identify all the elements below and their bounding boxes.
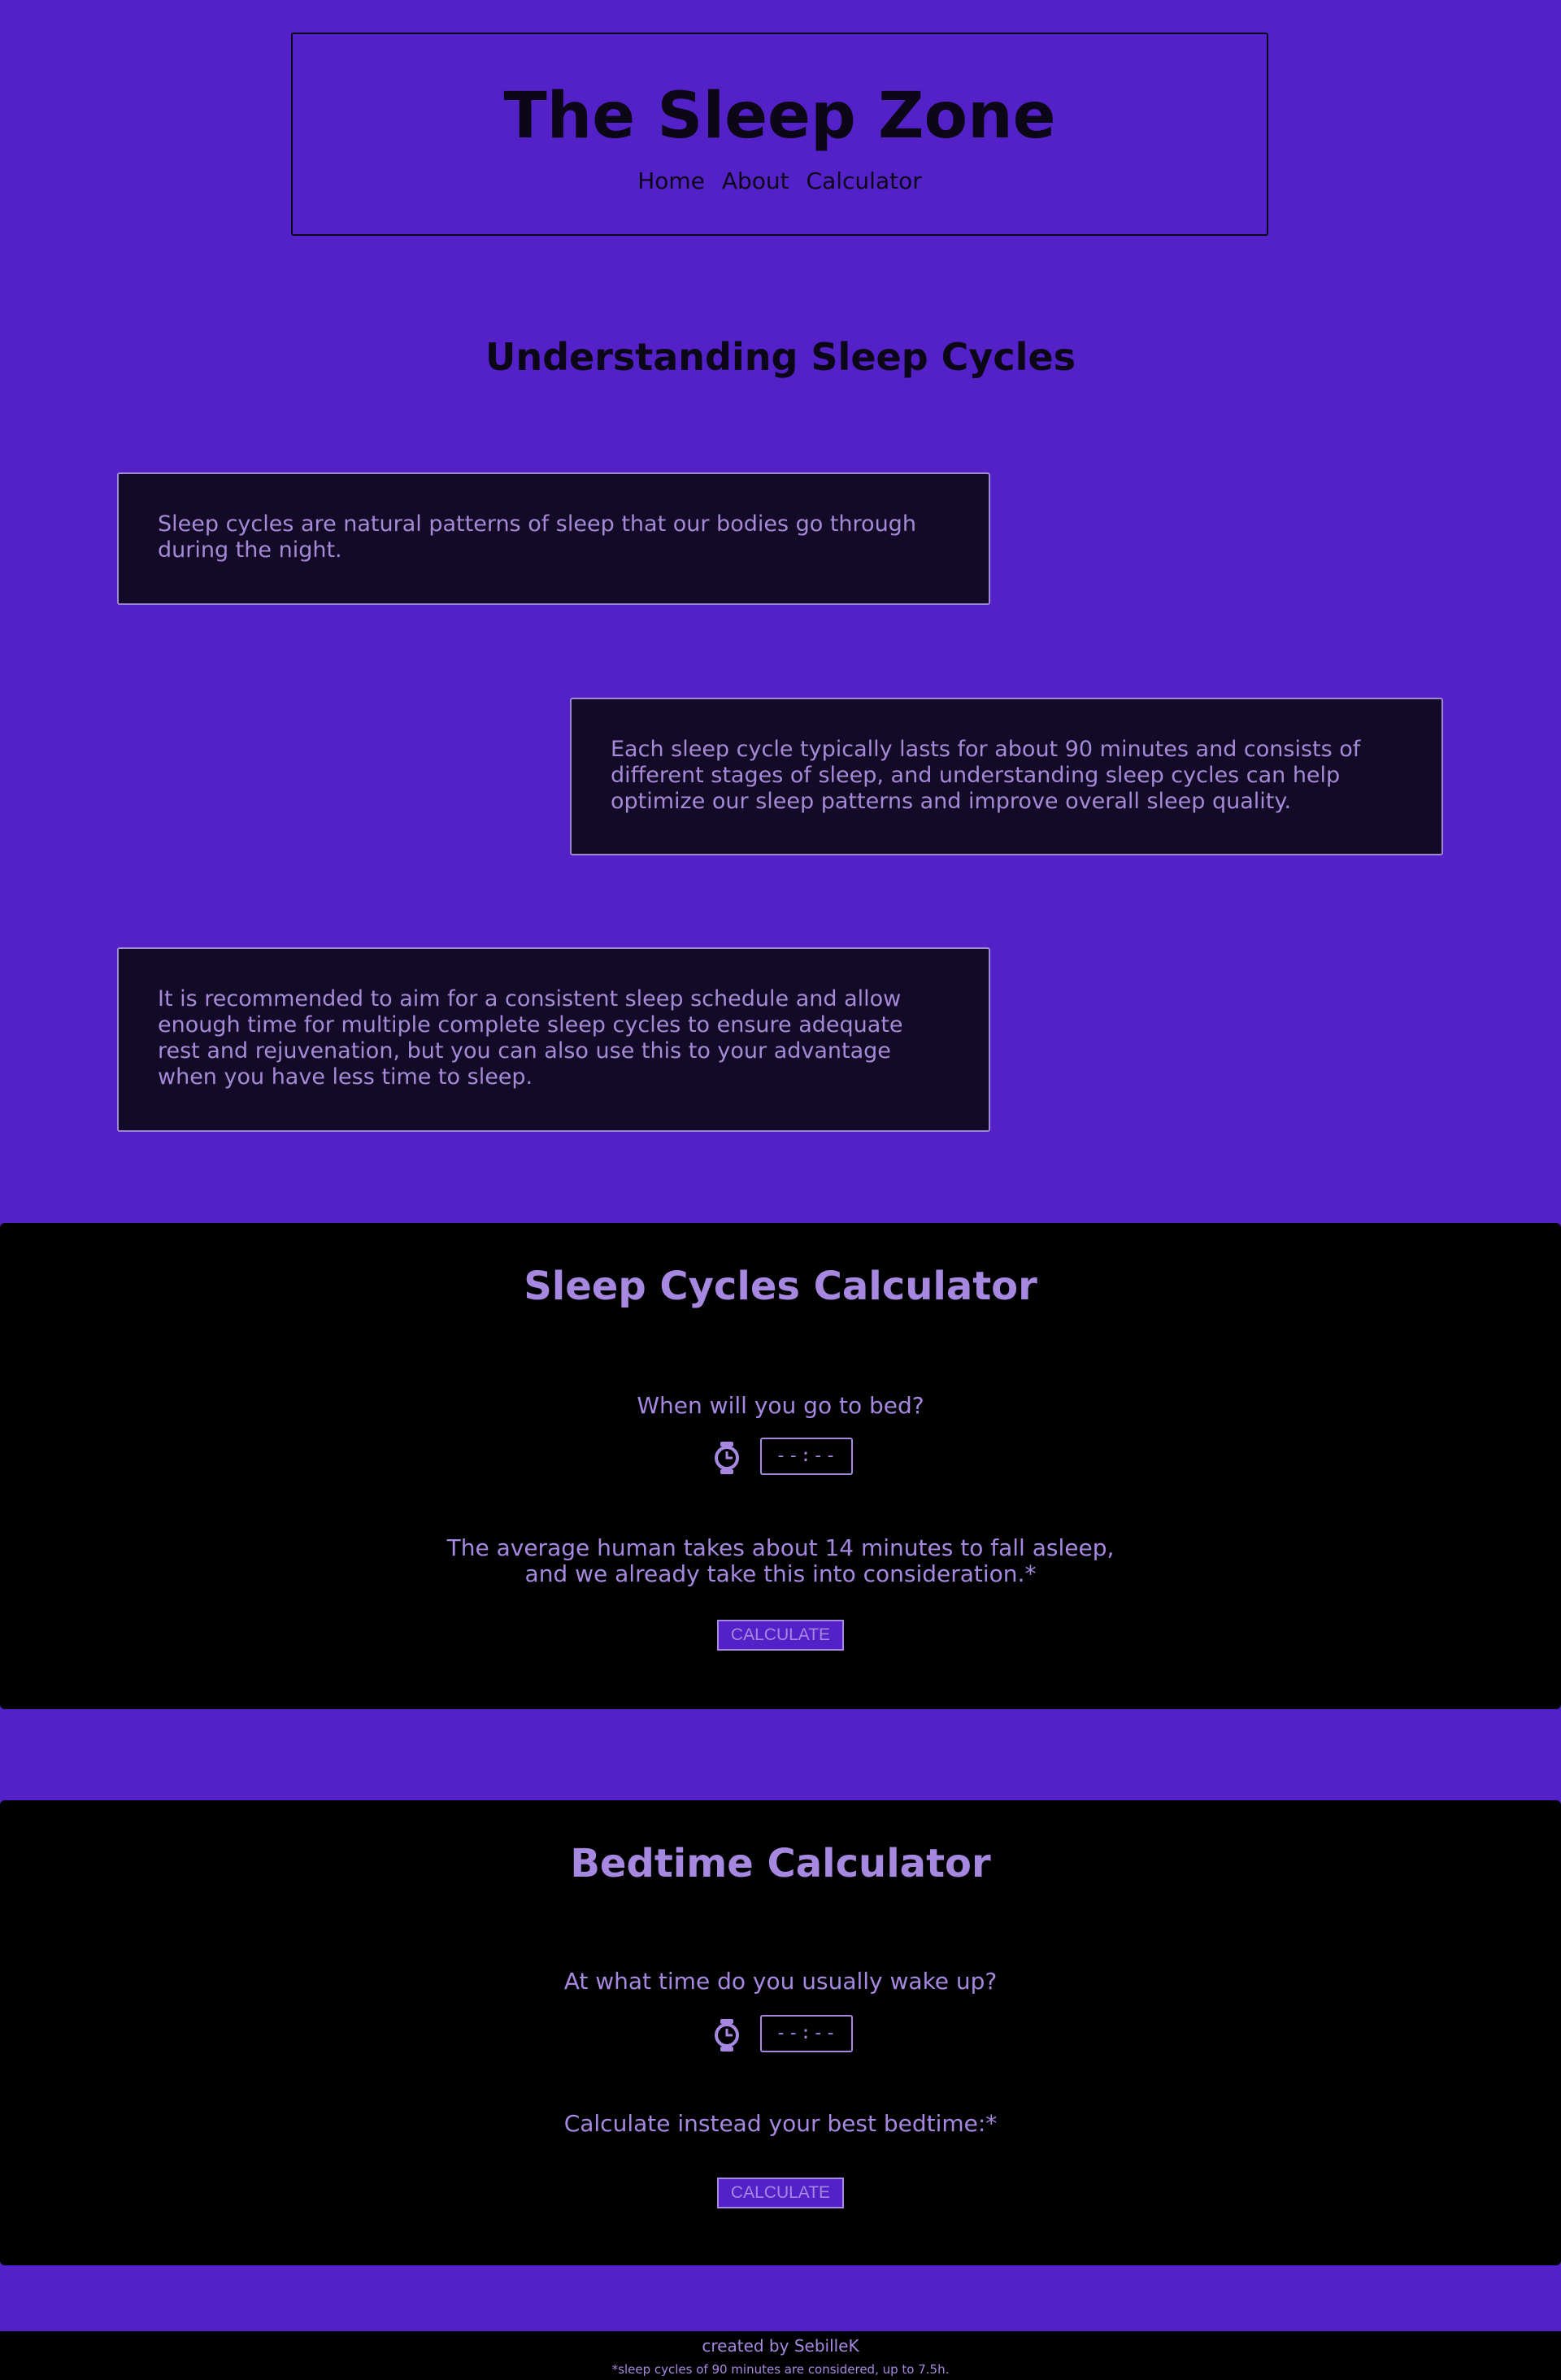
info-box-2: Each sleep cycle typically lasts for abo…	[570, 698, 1443, 855]
nav-calculator[interactable]: Calculator	[807, 168, 922, 194]
footer-note: *sleep cycles of 90 minutes are consider…	[611, 2362, 950, 2377]
wakeup-time-input[interactable]: --:--	[760, 2015, 853, 2052]
watch-icon	[715, 2019, 739, 2051]
info-text-1: Sleep cycles are natural patterns of sle…	[158, 511, 916, 563]
site-title: The Sleep Zone	[503, 80, 1056, 153]
sleep-cycles-calculator: Sleep Cycles Calculator When will you go…	[0, 1223, 1561, 1709]
nav-home[interactable]: Home	[637, 168, 705, 194]
main-nav: Home About Calculator	[293, 168, 1267, 194]
bedtime-calculate-button[interactable]: CALCULATE	[717, 2178, 844, 2208]
sleep-note-line-1: The average human takes about 14 minutes…	[446, 1534, 1115, 1561]
sleep-calc-title: Sleep Cycles Calculator	[524, 1264, 1037, 1309]
info-text-3: It is recommended to aim for a consisten…	[158, 986, 903, 1090]
wakeup-question: At what time do you usually wake up?	[563, 1968, 998, 1995]
watch-icon	[715, 1442, 739, 1474]
bedtime-calculator: Bedtime Calculator At what time do you u…	[0, 1800, 1561, 2265]
bedtime-input-row: --:--	[0, 1438, 1561, 1475]
sleep-calc-note: The average human takes about 14 minutes…	[0, 1535, 1561, 1587]
sleep-note-line-2: and we already take this into considerat…	[524, 1560, 1037, 1587]
bedtime-question: When will you go to bed?	[637, 1392, 924, 1419]
wakeup-input-row: --:--	[0, 2015, 1561, 2052]
info-box-3: It is recommended to aim for a consisten…	[117, 947, 990, 1132]
site-header: The Sleep Zone Home About Calculator	[291, 33, 1268, 236]
info-box-1: Sleep cycles are natural patterns of sle…	[117, 472, 990, 605]
info-text-2: Each sleep cycle typically lasts for abo…	[611, 737, 1361, 814]
bedtime-time-input[interactable]: --:--	[760, 1438, 853, 1475]
bedtime-calc-title: Bedtime Calculator	[570, 1841, 991, 1886]
footer-credit: created by SebilleK	[702, 2336, 859, 2356]
nav-about[interactable]: About	[722, 168, 789, 194]
bedtime-calc-note: Calculate instead your best bedtime:*	[563, 2110, 998, 2137]
section-heading: Understanding Sleep Cycles	[485, 335, 1076, 379]
sleep-calculate-button[interactable]: CALCULATE	[717, 1620, 844, 1651]
site-footer: created by SebilleK *sleep cycles of 90 …	[0, 2331, 1561, 2380]
